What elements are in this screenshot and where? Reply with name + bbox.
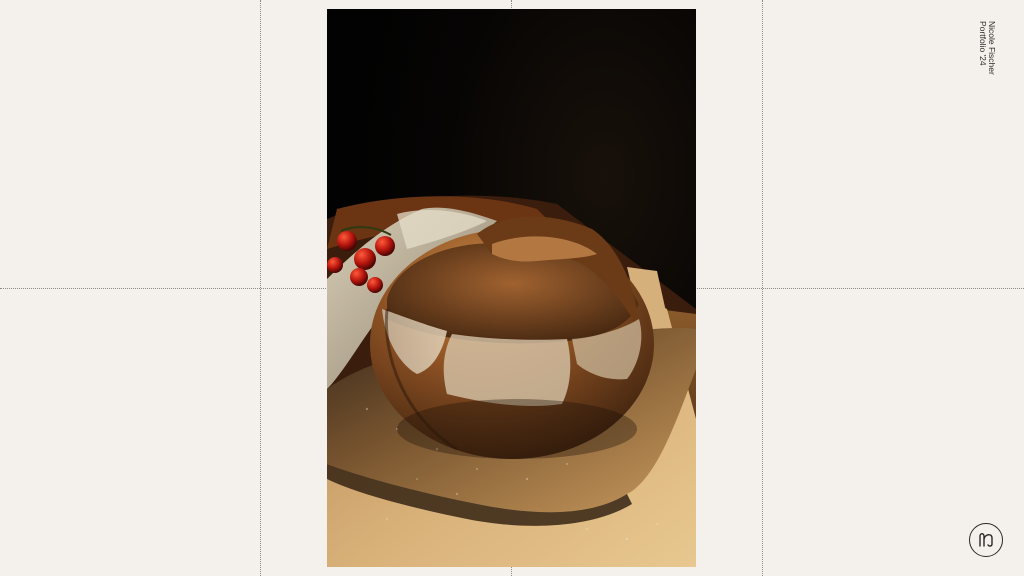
bread-photo-illustration bbox=[327, 9, 696, 567]
author-name: Nicole Fischer bbox=[987, 21, 997, 75]
edition-label: Portfolio '24 bbox=[978, 21, 988, 66]
monogram-logo-icon[interactable] bbox=[969, 523, 1003, 557]
bread-photo bbox=[327, 9, 696, 567]
portfolio-side-label: Nicole Fischer Portfolio '24 bbox=[976, 21, 997, 81]
monogram-logo-glyph bbox=[979, 533, 993, 547]
